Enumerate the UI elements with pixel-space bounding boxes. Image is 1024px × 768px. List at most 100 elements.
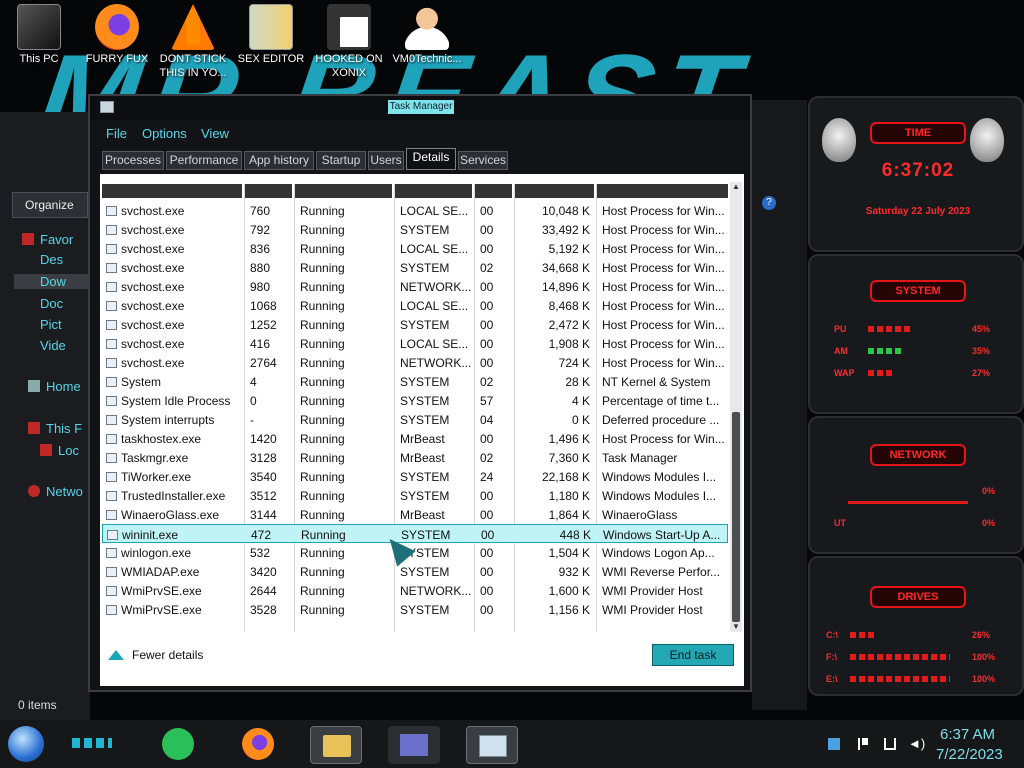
table-row[interactable]: svchost.exe 836 Running LOCAL SE... 00 5,192 … [102,239,728,258]
table-row[interactable]: svchost.exe 980 Running NETWORK... 00 14,896 … [102,277,728,296]
nav-this-pc[interactable]: This F [28,421,82,436]
taskbar-app-explorer[interactable] [310,726,362,764]
tab-app-history[interactable]: App history [244,151,314,170]
table-row[interactable]: TiWorker.exe 3540 Running SYSTEM 24 22,168 K W… [102,467,728,486]
title-bar[interactable]: Task Manager [90,96,750,120]
tab-users[interactable]: Users [368,151,404,170]
column-header-name[interactable] [102,184,244,198]
menu-view[interactable]: View [201,126,229,141]
process-icon [106,282,117,292]
desktop-icon-xonix[interactable]: HOOKED ON XONIX [314,4,384,80]
start-button[interactable] [8,726,44,762]
volume-icon[interactable]: ◄) [908,736,925,751]
nav-downloads[interactable]: Dow [14,274,90,289]
table-cell: 1,156 K [548,603,590,617]
nav-desktop[interactable]: Des [40,252,63,267]
network-gadget[interactable]: NETWORK 0% UT 0% [808,416,1024,554]
table-row[interactable]: taskhostex.exe 1420 Running MrBeast 00 1,496 … [102,429,728,448]
tab-processes[interactable]: Processes [102,151,164,170]
column-header-user[interactable] [394,184,474,198]
system-gadget[interactable]: SYSTEM PU 45% AM 35% WAP 27% [808,254,1024,414]
organize-button[interactable]: Organize [12,192,88,218]
table-row[interactable]: WMIADAP.exe 3420 Running SYSTEM 00 932 K WMI R… [102,562,728,581]
process-icon [106,396,117,406]
table-cell: Running [300,242,345,256]
explorer-window[interactable]: Organize Favor Des Dow Doc Pict Vide Hom… [0,112,90,720]
table-row[interactable]: svchost.exe 880 Running SYSTEM 02 34,668 K Hos… [102,258,728,277]
nav-documents[interactable]: Doc [40,296,63,311]
table-cell: 00 [480,204,494,218]
column-header-description[interactable] [596,184,728,198]
table-row[interactable]: svchost.exe 2764 Running NETWORK... 00 724 K H… [102,353,728,372]
table-row[interactable]: svchost.exe 416 Running LOCAL SE... 00 1,908 … [102,334,728,353]
table-row[interactable]: svchost.exe 1068 Running LOCAL SE... 00 8,468… [102,296,728,315]
scroll-up-arrow[interactable]: ▲ [732,182,740,191]
menu-file[interactable]: File [106,126,127,141]
scroll-down-arrow[interactable]: ▼ [732,622,740,631]
menu-options[interactable]: Options [142,126,187,141]
column-header-status[interactable] [294,184,394,198]
taskbar-app-control-panel[interactable] [388,726,440,764]
table-row[interactable]: WmiPrvSE.exe 3528 Running SYSTEM 00 1,156 K WM… [102,600,728,619]
desktop-icon-this-pc[interactable]: This PC [4,4,74,66]
table-cell: 880 [250,261,271,275]
column-header-pid[interactable] [244,184,294,198]
table-row[interactable]: svchost.exe 792 Running SYSTEM 00 33,492 K Hos… [102,220,728,239]
desktop-icon-vm0[interactable]: VM0Technic... [392,4,462,66]
column-header-memory[interactable] [514,184,596,198]
desktop-icon-vlc[interactable]: DONT STICK THIS IN YO... [158,4,228,80]
column-header-cpu[interactable] [474,184,514,198]
flag-icon[interactable] [858,738,868,750]
network-tray-icon[interactable] [884,738,896,750]
clock-date[interactable]: 7/22/2023 [936,746,1003,763]
table-row[interactable]: wininit.exe 472 Running SYSTEM 00 448 K Window… [102,524,728,543]
taskbar-app-task-manager[interactable] [466,726,518,764]
table-row[interactable]: winlogon.exe 532 Running SYSTEM 00 1,504 K Win… [102,543,728,562]
taskbar-app-chat[interactable] [160,726,200,764]
table-row[interactable]: System interrupts - Running SYSTEM 04 0 K Defe… [102,410,728,429]
nav-favorites[interactable]: Favor [22,232,73,247]
table-cell: svchost.exe [106,299,242,313]
help-icon[interactable]: ? [762,196,776,210]
table-cell: 4 K [571,394,590,408]
action-center-icon[interactable] [828,738,840,750]
table-row[interactable]: WinaeroGlass.exe 3144 Running MrBeast 00 1,86… [102,505,728,524]
taskbar-app-firefox[interactable] [238,726,278,764]
process-icon [106,586,117,596]
tab-startup[interactable]: Startup [316,151,366,170]
fewer-details-link[interactable]: Fewer details [108,648,203,662]
tab-performance[interactable]: Performance [166,151,242,170]
nav-network[interactable]: Netwo [28,484,83,499]
nav-videos[interactable]: Vide [40,338,66,353]
process-name: svchost.exe [121,299,185,313]
end-task-button[interactable]: End task [652,644,734,666]
nav-local-disk[interactable]: Loc [40,443,79,458]
nav-pictures[interactable]: Pict [40,317,62,332]
table-row[interactable]: svchost.exe 1252 Running SYSTEM 00 2,472 K Hos… [102,315,728,334]
drives-gadget[interactable]: DRIVES C:\ 26% F:\ 100% E:\ 100% [808,556,1024,696]
vertical-scrollbar[interactable]: ▲ ▼ [730,182,742,632]
clock-time[interactable]: 6:37 AM [940,726,995,743]
table-row[interactable]: System Idle Process 0 Running SYSTEM 57 4 K Pe… [102,391,728,410]
table-row[interactable]: svchost.exe 760 Running LOCAL SE... 00 10,048… [102,201,728,220]
task-manager-window[interactable]: Task Manager File Options View Processes… [88,94,752,692]
table-cell: WinaeroGlass.exe [106,508,242,522]
nav-homegroup[interactable]: Home [28,379,81,394]
table-row[interactable]: WmiPrvSE.exe 2644 Running NETWORK... 00 1,600… [102,581,728,600]
desktop-icon-hxd[interactable]: SEX EDITOR [236,4,306,66]
time-gadget[interactable]: TIME 6:37:02 Saturday 22 July 2023 [808,96,1024,252]
window-title: Task Manager [388,100,454,114]
table-row[interactable]: Taskmgr.exe 3128 Running MrBeast 02 7,360 K Ta… [102,448,728,467]
scroll-thumb[interactable] [732,412,740,622]
process-table[interactable]: svchost.exe 760 Running LOCAL SE... 00 10,048… [102,184,728,632]
tab-details[interactable]: Details [406,148,456,170]
process-icon [106,472,117,482]
table-row[interactable]: TrustedInstaller.exe 3512 Running SYSTEM 00 1… [102,486,728,505]
desktop-icon-firefox[interactable]: FURRY FUX [82,4,152,66]
table-row[interactable]: System 4 Running SYSTEM 02 28 K NT Kernel & Sy… [102,372,728,391]
table-cell: SYSTEM [400,223,450,237]
process-icon [106,320,117,330]
process-name: System [121,375,162,389]
tab-services[interactable]: Services [458,151,508,170]
process-icon [106,567,117,577]
